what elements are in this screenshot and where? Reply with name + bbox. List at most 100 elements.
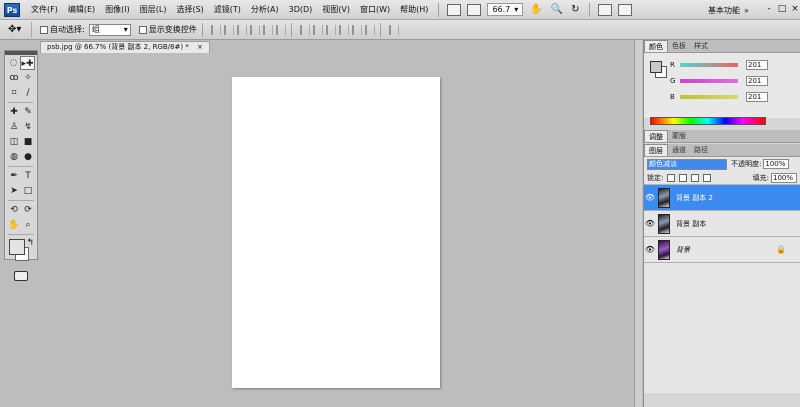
color-spectrum[interactable]: [650, 117, 766, 125]
eraser-tool-icon[interactable]: ◫: [7, 135, 21, 149]
distribute-right-icon[interactable]: [364, 24, 375, 35]
tab-adjustments[interactable]: 调整: [644, 130, 668, 142]
menu-layer[interactable]: 图层(L): [135, 0, 172, 20]
lock-position-icon[interactable]: [691, 173, 700, 182]
distribute-hcenter-icon[interactable]: [351, 24, 362, 35]
document-tab[interactable]: psb.jpg @ 66.7% (背景 副本 2, RGB/8#) * ×: [40, 41, 210, 53]
pen-tool-icon[interactable]: ✒: [7, 169, 21, 183]
tab-swatches[interactable]: 色板: [668, 40, 690, 52]
align-right-icon[interactable]: [275, 24, 286, 35]
quick-mask-button[interactable]: [14, 271, 28, 281]
maximize-button[interactable]: □: [776, 3, 788, 15]
document-canvas[interactable]: [232, 77, 440, 388]
arrange-documents-icon[interactable]: [597, 3, 612, 16]
menu-analysis[interactable]: 分析(A): [246, 0, 284, 20]
blue-slider[interactable]: [680, 95, 738, 99]
lasso-tool-icon[interactable]: ꝏ: [7, 71, 21, 85]
menu-view[interactable]: 视图(V): [317, 0, 355, 20]
3d-rotate-icon[interactable]: ⟲: [7, 203, 21, 217]
tab-styles[interactable]: 样式: [690, 40, 712, 52]
green-slider[interactable]: [680, 79, 738, 83]
visibility-eye-icon[interactable]: 👁: [644, 193, 656, 202]
lock-transparency-icon[interactable]: [667, 173, 676, 182]
dodge-tool-icon[interactable]: ●: [21, 150, 35, 164]
distribute-left-icon[interactable]: [338, 24, 349, 35]
layer-row[interactable]: 👁 背景 副本: [644, 211, 800, 237]
auto-select-checkbox[interactable]: [40, 25, 48, 34]
eyedropper-tool-icon[interactable]: ∕: [21, 86, 35, 100]
menu-select[interactable]: 选择(S): [171, 0, 208, 20]
visibility-eye-icon[interactable]: 👁: [644, 219, 656, 228]
menu-image[interactable]: 图像(I): [100, 0, 135, 20]
clone-stamp-icon[interactable]: ♙: [7, 120, 21, 134]
show-transform-option[interactable]: 显示变换控件: [138, 24, 197, 35]
layer-row[interactable]: 👁 背景 副本 2: [644, 185, 800, 211]
align-bottom-icon[interactable]: [236, 24, 247, 35]
green-value-field[interactable]: 201: [746, 76, 768, 86]
visibility-eye-icon[interactable]: 👁: [644, 245, 656, 254]
menu-help[interactable]: 帮助(H): [395, 0, 433, 20]
tab-color[interactable]: 颜色: [644, 40, 668, 52]
rotate-view-icon[interactable]: ↻: [571, 4, 579, 15]
lock-pixels-icon[interactable]: [679, 173, 688, 182]
menu-window[interactable]: 窗口(W): [355, 0, 395, 20]
menu-edit[interactable]: 编辑(E): [63, 0, 100, 20]
distribute-vcenter-icon[interactable]: [312, 24, 323, 35]
launch-bridge-icon[interactable]: [447, 3, 462, 16]
brush-tool-icon[interactable]: ✎: [21, 105, 35, 119]
screen-mode-icon[interactable]: [617, 3, 632, 16]
shape-tool-icon[interactable]: □: [21, 184, 35, 198]
path-select-icon[interactable]: ➤: [7, 184, 21, 198]
magic-wand-tool-icon[interactable]: ✧: [21, 71, 35, 85]
menu-filter[interactable]: 滤镜(T): [209, 0, 246, 20]
menu-3d[interactable]: 3D(D): [284, 0, 318, 20]
swap-colors-icon[interactable]: ↰: [26, 238, 34, 248]
tab-paths[interactable]: 路径: [690, 144, 712, 156]
zoom-level-select[interactable]: 66.7 ▾: [487, 3, 524, 16]
tab-channels[interactable]: 通道: [668, 144, 690, 156]
red-slider[interactable]: [680, 63, 738, 67]
align-hcenter-icon[interactable]: [262, 24, 273, 35]
panel-grip[interactable]: [5, 51, 37, 55]
align-top-icon[interactable]: [210, 24, 221, 35]
minimize-button[interactable]: -: [763, 3, 775, 15]
close-window-button[interactable]: ×: [789, 3, 800, 15]
foreground-color-swatch[interactable]: [650, 61, 662, 73]
view-extras-icon[interactable]: [467, 3, 482, 16]
tab-masks[interactable]: 蒙版: [668, 130, 690, 142]
layer-row[interactable]: 👁 背景 🔒: [644, 237, 800, 263]
blur-tool-icon[interactable]: ◍: [7, 150, 21, 164]
foreground-color-swatch[interactable]: [9, 239, 25, 255]
zoom-tool-icon[interactable]: ⌕: [21, 218, 35, 232]
red-value-field[interactable]: 201: [746, 60, 768, 70]
distribute-bottom-icon[interactable]: [325, 24, 336, 35]
hand-tool-icon[interactable]: ✋: [530, 4, 542, 15]
lock-all-icon[interactable]: [703, 173, 712, 182]
history-brush-icon[interactable]: ↯: [21, 120, 35, 134]
move-tool-icon[interactable]: ▸✚: [20, 56, 35, 70]
auto-select-dropdown[interactable]: 组: [88, 23, 131, 36]
type-tool-icon[interactable]: T: [21, 169, 35, 183]
crop-tool-icon[interactable]: ⌗: [7, 86, 21, 100]
blend-mode-dropdown[interactable]: 颜色减淡: [647, 158, 727, 170]
distribute-top-icon[interactable]: [299, 24, 310, 35]
align-left-icon[interactable]: [249, 24, 260, 35]
marquee-tool-icon[interactable]: ◌: [7, 56, 20, 70]
menu-file[interactable]: 文件(F): [26, 0, 63, 20]
opacity-field[interactable]: 100%: [763, 159, 790, 169]
hand-tool-icon[interactable]: ✋: [7, 218, 21, 232]
tab-layers[interactable]: 图层: [644, 144, 668, 156]
align-vcenter-icon[interactable]: [223, 24, 234, 35]
fill-field[interactable]: 100%: [771, 172, 797, 183]
tool-preset-picker[interactable]: ✥▾: [8, 21, 32, 38]
zoom-tool-icon[interactable]: 🔍: [551, 4, 563, 15]
show-transform-checkbox[interactable]: [138, 25, 147, 34]
workspace-switcher[interactable]: 基本功能 »: [708, 3, 749, 17]
gradient-tool-icon[interactable]: ■: [21, 135, 35, 149]
close-tab-icon[interactable]: ×: [197, 43, 203, 51]
auto-align-icon[interactable]: [388, 24, 399, 35]
healing-brush-icon[interactable]: ✚: [7, 105, 21, 119]
blue-value-field[interactable]: 201: [746, 92, 768, 102]
panel-dock-strip[interactable]: [634, 40, 642, 407]
3d-orbit-icon[interactable]: ⟳: [21, 203, 35, 217]
